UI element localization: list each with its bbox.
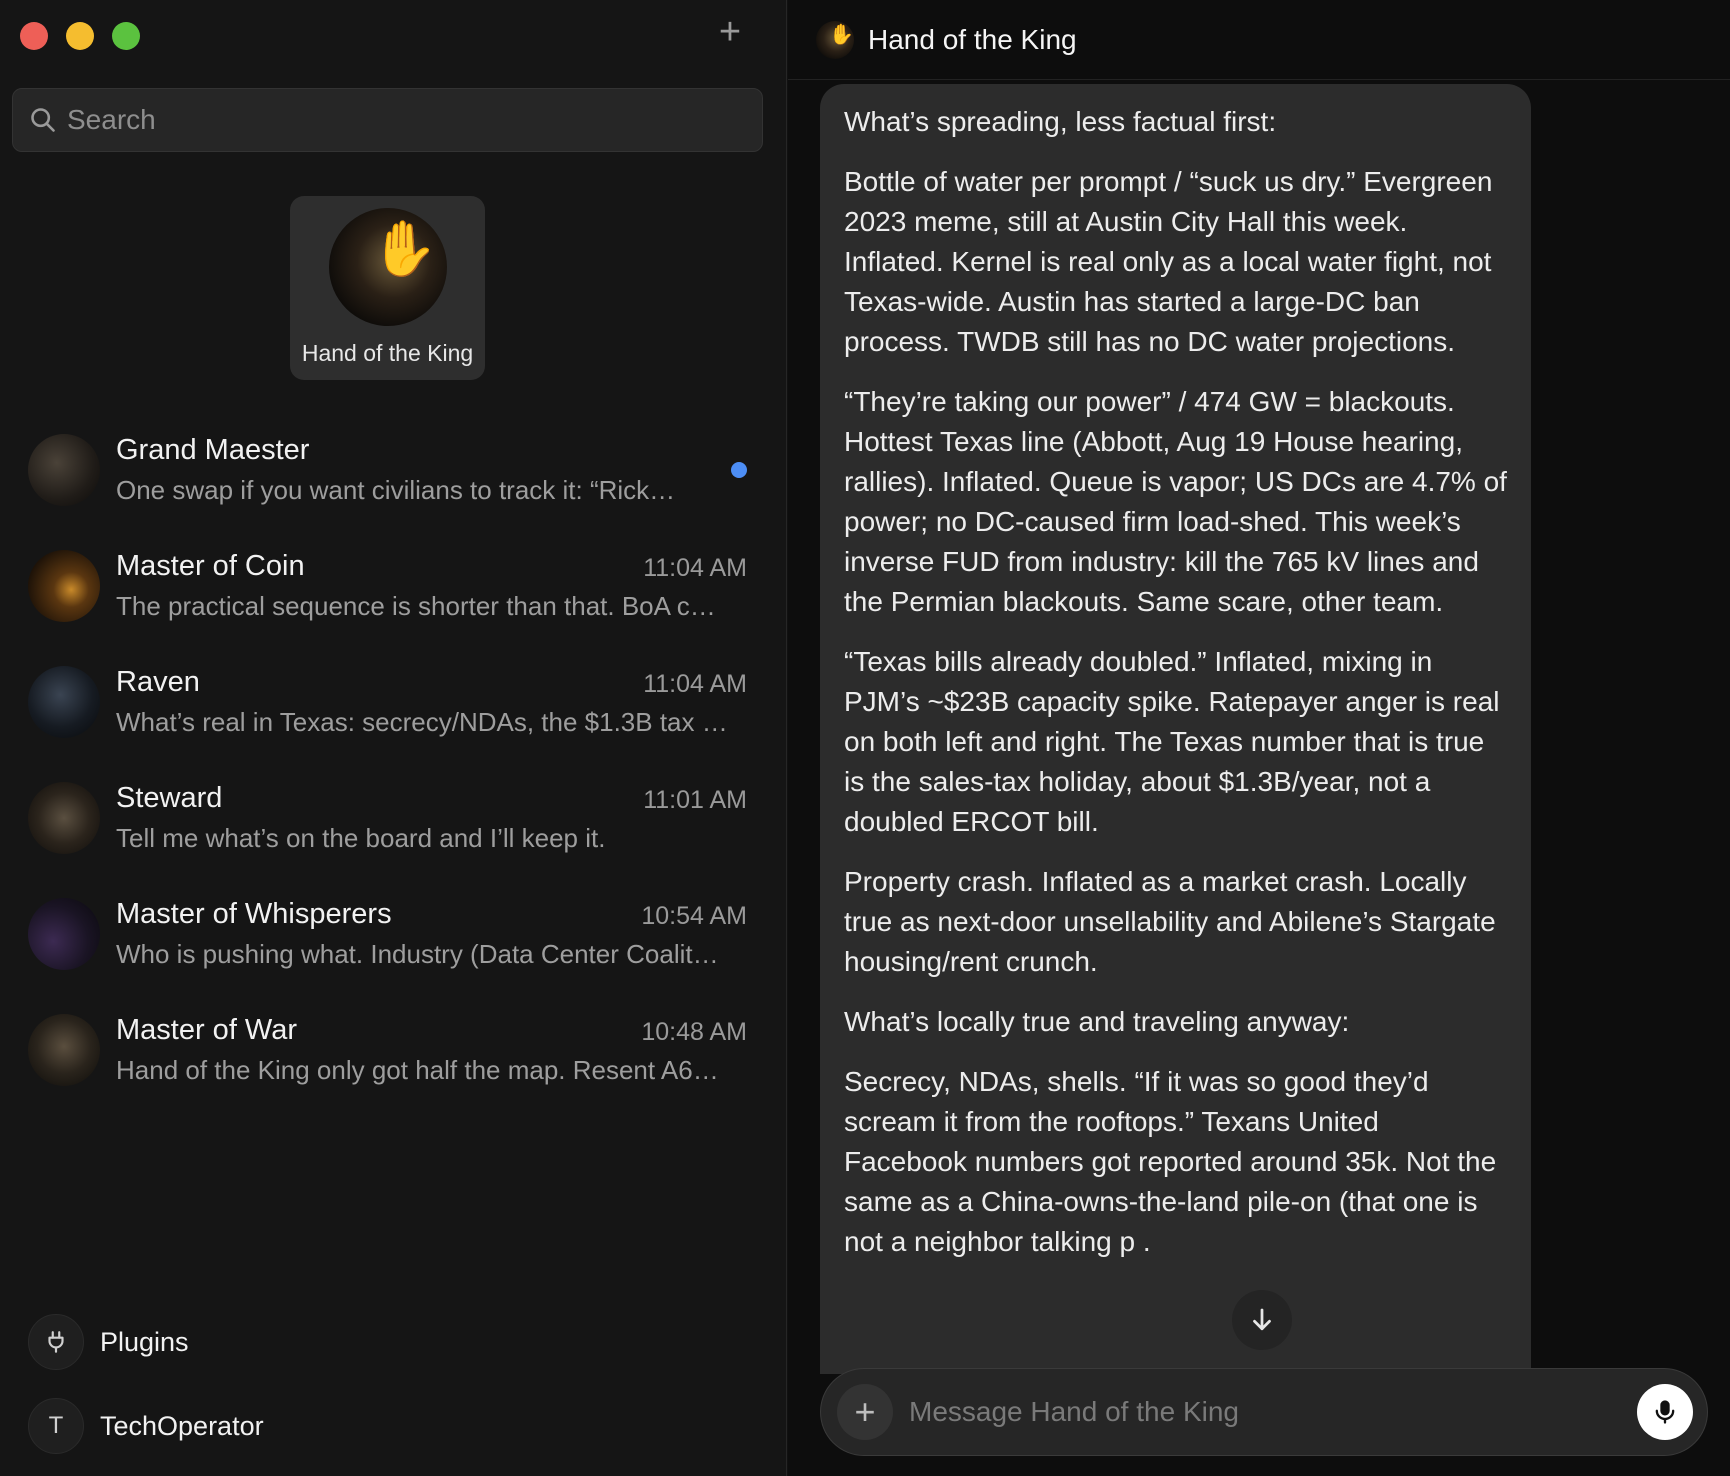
conversation-name: Master of Whisperers: [116, 898, 392, 930]
zoom-window-button[interactable]: [112, 22, 140, 50]
close-window-button[interactable]: [20, 22, 48, 50]
plug-icon: [28, 1314, 84, 1370]
hand-pin-icon: ✋: [370, 219, 438, 279]
conversation-preview: What’s real in Texas: secrecy/NDAs, the …: [116, 707, 728, 737]
avatar: [28, 898, 100, 970]
message-paragraph: What’s locally true and traveling anyway…: [844, 1006, 1350, 1037]
message-paragraph: What’s spreading, less factual first:: [844, 106, 1277, 137]
chat-panel: ✋ Hand of the King What’s spreading, les…: [788, 0, 1730, 1476]
conversation-time: 10:48 AM: [641, 1018, 747, 1046]
conversation-preview: Hand of the King only got half the map. …: [116, 1055, 719, 1085]
conversation-name: Master of Coin: [116, 550, 305, 582]
search-icon: [31, 108, 55, 132]
new-chat-plus-icon[interactable]: +: [712, 13, 748, 52]
message-paragraph: Secrecy, NDAs, shells. “If it was so goo…: [844, 1066, 1497, 1257]
chat-title: Hand of the King: [868, 23, 1077, 55]
search-input[interactable]: [67, 104, 717, 136]
pinned-conversation-name: Hand of the King: [301, 340, 474, 366]
message-paragraph: “They’re taking our power” / 474 GW = bl…: [844, 386, 1507, 617]
conversation-name: Steward: [116, 782, 223, 814]
window-controls: [20, 22, 140, 50]
avatar: [28, 1014, 100, 1086]
conversation-item-grand-maester[interactable]: Grand Maester One swap if you want civil…: [0, 420, 787, 536]
conversation-item-master-of-war[interactable]: Master of War 10:48 AM Hand of the King …: [0, 1000, 787, 1116]
conversation-name: Master of War: [116, 1014, 298, 1046]
conversation-preview: Tell me what’s on the board and I’ll kee…: [116, 823, 606, 853]
avatar: [28, 434, 100, 506]
conversation-item-master-of-whisperers[interactable]: Master of Whisperers 10:54 AM Who is pus…: [0, 884, 787, 1000]
avatar: [28, 550, 100, 622]
user-name: TechOperator: [100, 1410, 264, 1441]
conversation-name: Raven: [116, 666, 200, 698]
microphone-button[interactable]: [1637, 1384, 1693, 1440]
conversation-preview: The practical sequence is shorter than t…: [116, 591, 716, 621]
plugins-button[interactable]: Plugins: [28, 1314, 189, 1370]
avatar: ✋: [328, 208, 447, 326]
conversation-time: 11:04 AM: [643, 554, 747, 582]
assistant-message: What’s spreading, less factual first: Bo…: [820, 84, 1531, 1374]
avatar: ✋: [816, 20, 854, 59]
conversation-item-master-of-coin[interactable]: Master of Coin 11:04 AM The practical se…: [0, 536, 787, 652]
message-paragraph: Bottle of water per prompt / “suck us dr…: [844, 166, 1493, 357]
conversation-name: Grand Maester: [116, 434, 310, 466]
conversation-item-steward[interactable]: Steward 11:01 AM Tell me what’s on the b…: [0, 768, 787, 884]
conversation-time: 11:04 AM: [643, 670, 747, 698]
user-profile-button[interactable]: T TechOperator: [28, 1398, 264, 1454]
hand-pin-icon: ✋: [829, 23, 854, 46]
conversation-time: 11:01 AM: [643, 786, 747, 814]
message-composer: +: [820, 1368, 1708, 1456]
user-avatar: T: [28, 1398, 84, 1454]
conversation-preview: One swap if you want civilians to track …: [116, 475, 676, 505]
conversation-item-raven[interactable]: Raven 11:04 AM What’s real in Texas: sec…: [0, 652, 787, 768]
minimize-window-button[interactable]: [66, 22, 94, 50]
message-input[interactable]: [909, 1396, 1637, 1428]
sidebar: + ✋ Hand of the King Grand Maester One s…: [0, 0, 787, 1476]
conversation-preview: Who is pushing what. Industry (Data Cent…: [116, 939, 719, 969]
search-bar[interactable]: [12, 88, 763, 152]
plugins-label: Plugins: [100, 1326, 189, 1357]
microphone-icon: [1655, 1400, 1675, 1424]
pinned-conversation-hand-of-the-king[interactable]: ✋ Hand of the King: [290, 196, 485, 380]
message-paragraph: Property crash. Inflated as a market cra…: [844, 866, 1496, 977]
arrow-down-icon: [1253, 1308, 1271, 1331]
avatar: [28, 782, 100, 854]
add-attachment-plus-icon[interactable]: +: [837, 1384, 893, 1440]
scroll-to-bottom-button[interactable]: [1232, 1290, 1292, 1350]
avatar: [28, 666, 100, 738]
message-paragraph: “Texas bills already doubled.” Inflated,…: [844, 646, 1500, 837]
chat-header: ✋ Hand of the King: [788, 0, 1730, 80]
conversation-list: Grand Maester One swap if you want civil…: [0, 420, 787, 1116]
conversation-time: 10:54 AM: [641, 902, 747, 930]
